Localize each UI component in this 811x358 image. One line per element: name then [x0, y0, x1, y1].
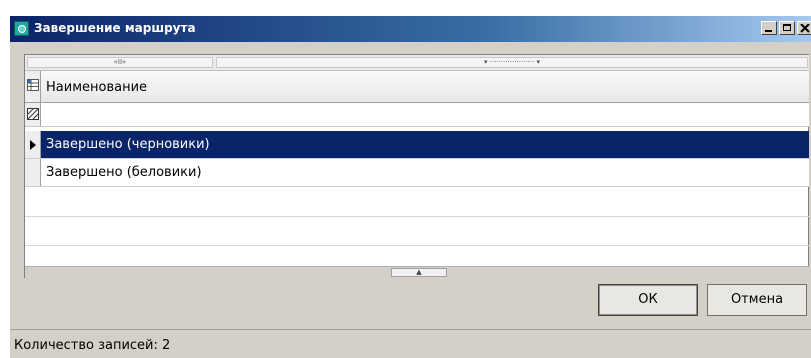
cancel-button[interactable]: Отмена [707, 284, 807, 316]
band-left-label: «II» [113, 58, 127, 66]
filter-icon [27, 108, 39, 120]
record-count: Количество записей: 2 [14, 338, 171, 353]
title-bar[interactable]: Завершение маршрута [10, 16, 811, 42]
minimize-icon [765, 30, 772, 32]
row-name: Завершено (черновики) [46, 137, 210, 152]
band-right-label: ▾ ···················· ▾ [484, 58, 540, 66]
table-row[interactable]: Завершено (беловики) [25, 159, 809, 187]
horizontal-scrollbar[interactable]: ▲ [25, 266, 809, 278]
dialog-window: Завершение маршрута «II» ▾ ·············… [10, 16, 811, 358]
row-selector[interactable] [25, 159, 41, 186]
status-bar: Количество записей: 2 [10, 329, 811, 358]
row-name: Завершено (беловики) [46, 165, 202, 180]
records-grid: «II» ▾ ···················· ▾ Наименован… [24, 54, 809, 278]
empty-row-divider [25, 245, 809, 246]
ok-button[interactable]: ОК [598, 284, 698, 316]
maximize-icon [783, 24, 791, 31]
maximize-button[interactable] [779, 21, 795, 35]
row-pointer-icon [30, 140, 36, 150]
empty-row-divider [25, 216, 809, 217]
band-header: «II» ▾ ···················· ▾ [25, 55, 809, 71]
close-button[interactable] [797, 21, 811, 35]
scroll-thumb[interactable]: ▲ [391, 268, 447, 277]
route-app-icon [14, 21, 29, 36]
scroll-up-icon: ▲ [416, 268, 422, 276]
column-chooser-cell[interactable] [25, 71, 41, 102]
minimize-button[interactable] [761, 21, 777, 35]
band-right-handle[interactable]: ▾ ···················· ▾ [216, 57, 808, 68]
column-chooser-icon [27, 79, 39, 91]
close-icon [800, 24, 810, 33]
band-left-handle[interactable]: «II» [27, 57, 213, 68]
filter-row[interactable] [25, 103, 809, 127]
column-header-row: Наименование [25, 71, 809, 103]
filter-cell[interactable] [25, 103, 41, 126]
row-selector[interactable] [25, 131, 41, 158]
table-row[interactable]: Завершено (черновики) [25, 131, 809, 159]
window-title: Завершение маршрута [34, 21, 196, 35]
column-header-name[interactable]: Наименование [46, 80, 147, 95]
